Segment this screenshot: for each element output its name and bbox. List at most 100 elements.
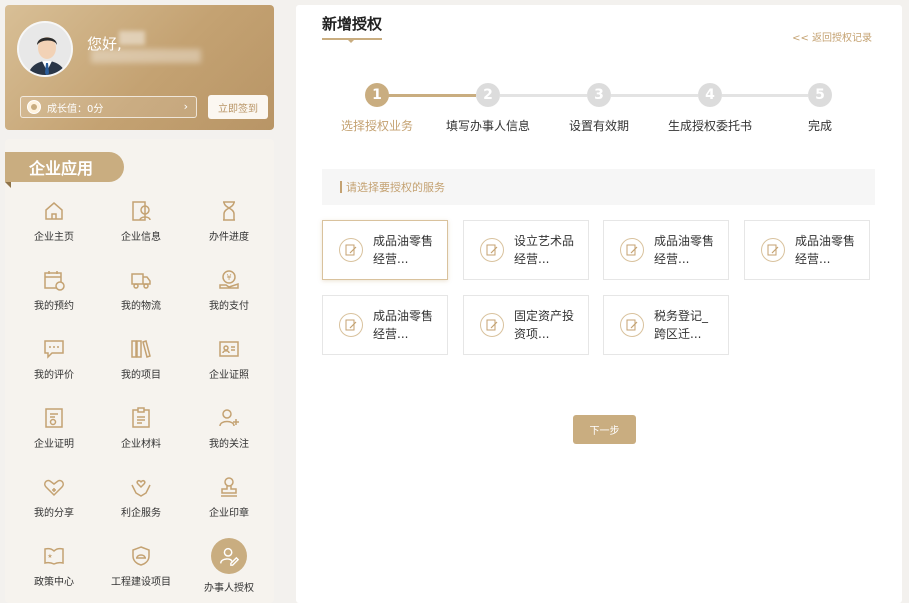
document-edit-icon (480, 313, 504, 337)
app-label: 我的物流 (121, 301, 161, 312)
comment-icon (44, 340, 64, 359)
app-my-payment[interactable]: ¥ 我的支付 (185, 268, 273, 328)
username-blurred (91, 31, 201, 67)
step-2-label: 填写办事人信息 (445, 119, 531, 133)
hands-heart-icon (131, 480, 151, 497)
step-4-label: 生成授权委托书 (667, 119, 753, 133)
app-label: 企业材料 (121, 439, 161, 450)
app-my-logistics[interactable]: 我的物流 (97, 268, 185, 328)
step-3-circle: 3 (587, 83, 611, 107)
app-label: 办件进度 (209, 232, 249, 243)
document-edit-icon (761, 238, 785, 262)
service-name: 成品油零售经营... (373, 309, 434, 341)
svg-text:¥: ¥ (226, 273, 231, 282)
app-label: 企业证明 (34, 439, 74, 450)
back-to-records-link[interactable]: << 返回授权记录 (792, 29, 872, 44)
app-enterprise-license[interactable]: 企业证照 (185, 337, 273, 397)
app-my-project[interactable]: 我的项目 (97, 337, 185, 397)
app-label: 我的关注 (209, 439, 249, 450)
step-connector-2 (500, 94, 587, 97)
app-label: 企业证照 (209, 370, 249, 381)
user-card: 您好, 成长值：0分 › 立即签到 (5, 5, 274, 130)
app-my-review[interactable]: 我的评价 (10, 337, 98, 397)
books-icon (131, 340, 151, 358)
page-title: 新增授权 (322, 15, 383, 33)
app-label: 政策中心 (34, 577, 74, 588)
app-label: 企业主页 (34, 232, 74, 243)
app-label: 办事人授权 (204, 583, 254, 594)
app-label: 我的项目 (121, 370, 161, 381)
app-enterprise-home[interactable]: 企业主页 (10, 199, 98, 259)
avatar[interactable] (17, 21, 73, 77)
app-label: 我的评价 (34, 370, 74, 381)
step-connector-1 (388, 94, 476, 97)
calendar-clock-icon (44, 271, 65, 291)
app-enterprise-materials[interactable]: 企业材料 (97, 406, 185, 466)
growth-value-bar[interactable]: 成长值：0分 › (20, 96, 197, 118)
service-card[interactable]: 设立艺术品经营... (463, 220, 589, 280)
app-label: 利企服务 (121, 508, 161, 519)
app-label: 工程建设项目 (111, 577, 171, 588)
app-label: 我的支付 (209, 301, 249, 312)
services-header-text: 请选择要授权的服务 (346, 181, 445, 194)
header-accent-bar (340, 181, 342, 193)
step-1-label: 选择授权业务 (340, 119, 414, 133)
chevron-right-icon: › (183, 100, 188, 113)
next-step-button[interactable]: 下一步 (573, 415, 636, 444)
app-label: 企业印章 (209, 508, 249, 519)
home-icon (45, 202, 63, 220)
step-3-label: 设置有效期 (568, 119, 630, 133)
growth-value-label: 成长值：0分 (47, 103, 104, 115)
step-5-circle: 5 (808, 83, 832, 107)
document-edit-icon (620, 238, 644, 262)
services-section-header: 请选择要授权的服务 (322, 169, 875, 205)
step-4-circle: 4 (698, 83, 722, 107)
service-card[interactable]: 税务登记_跨区迁... (603, 295, 729, 355)
step-connector-4 (722, 94, 808, 97)
app-label: 我的预约 (34, 301, 74, 312)
main-panel: 新增授权 << 返回授权记录 1 2 3 4 5 选择授权业务 填写办事人信息 … (296, 5, 902, 603)
service-name: 成品油零售经营... (654, 234, 715, 266)
app-enterprise-certificate[interactable]: 企业证明 (10, 406, 98, 466)
share-heart-icon (44, 479, 64, 497)
app-my-follow[interactable]: 我的关注 (185, 406, 273, 466)
step-5-label: 完成 (807, 119, 833, 133)
document-edit-icon (480, 238, 504, 262)
step-2-circle: 2 (476, 83, 500, 107)
progress-steps: 1 2 3 4 5 选择授权业务 填写办事人信息 设置有效期 生成授权委托书 完… (296, 83, 902, 133)
service-name: 固定资产投资项... (514, 309, 575, 341)
signin-button[interactable]: 立即签到 (208, 95, 268, 119)
app-benefit-service[interactable]: 利企服务 (97, 475, 185, 535)
document-edit-icon (620, 313, 644, 337)
license-card-icon (219, 341, 239, 357)
app-enterprise-info[interactable]: 企业信息 (97, 199, 185, 259)
payment-icon: ¥ (219, 270, 239, 289)
helmet-icon (132, 546, 150, 566)
app-label: 我的分享 (34, 508, 74, 519)
service-card[interactable]: 成品油零售经营... (322, 295, 448, 355)
service-card[interactable]: 成品油零售经营... (603, 220, 729, 280)
document-edit-icon (339, 238, 363, 262)
app-policy-center[interactable]: ★ 政策中心 (10, 544, 98, 603)
hourglass-icon (223, 201, 235, 221)
service-card[interactable]: 成品油零售经营... (322, 220, 448, 280)
enterprise-apps-panel: 企业应用 企业主页 企业信息 办件进度 我的预约 我的物流 ¥ 我的支付 我的评… (5, 139, 274, 603)
app-progress[interactable]: 办件进度 (185, 199, 273, 259)
app-construction-project[interactable]: 工程建设项目 (97, 544, 185, 603)
svg-text:★: ★ (47, 553, 52, 560)
policy-book-icon: ★ (44, 547, 64, 565)
service-card[interactable]: 固定资产投资项... (463, 295, 589, 355)
medal-icon (27, 100, 41, 114)
company-info-icon (132, 201, 151, 221)
app-my-appointment[interactable]: 我的预约 (10, 268, 98, 328)
truck-icon (131, 273, 151, 289)
app-enterprise-seal[interactable]: 企业印章 (185, 475, 273, 535)
follow-user-icon (219, 409, 239, 427)
service-card[interactable]: 成品油零售经营... (744, 220, 870, 280)
service-name: 成品油零售经营... (373, 234, 434, 266)
seal-icon (221, 477, 237, 497)
app-agent-authorization[interactable]: 办事人授权 (185, 538, 273, 603)
step-1-circle: 1 (365, 83, 389, 107)
authorize-user-icon (211, 538, 247, 574)
app-my-share[interactable]: 我的分享 (10, 475, 98, 535)
